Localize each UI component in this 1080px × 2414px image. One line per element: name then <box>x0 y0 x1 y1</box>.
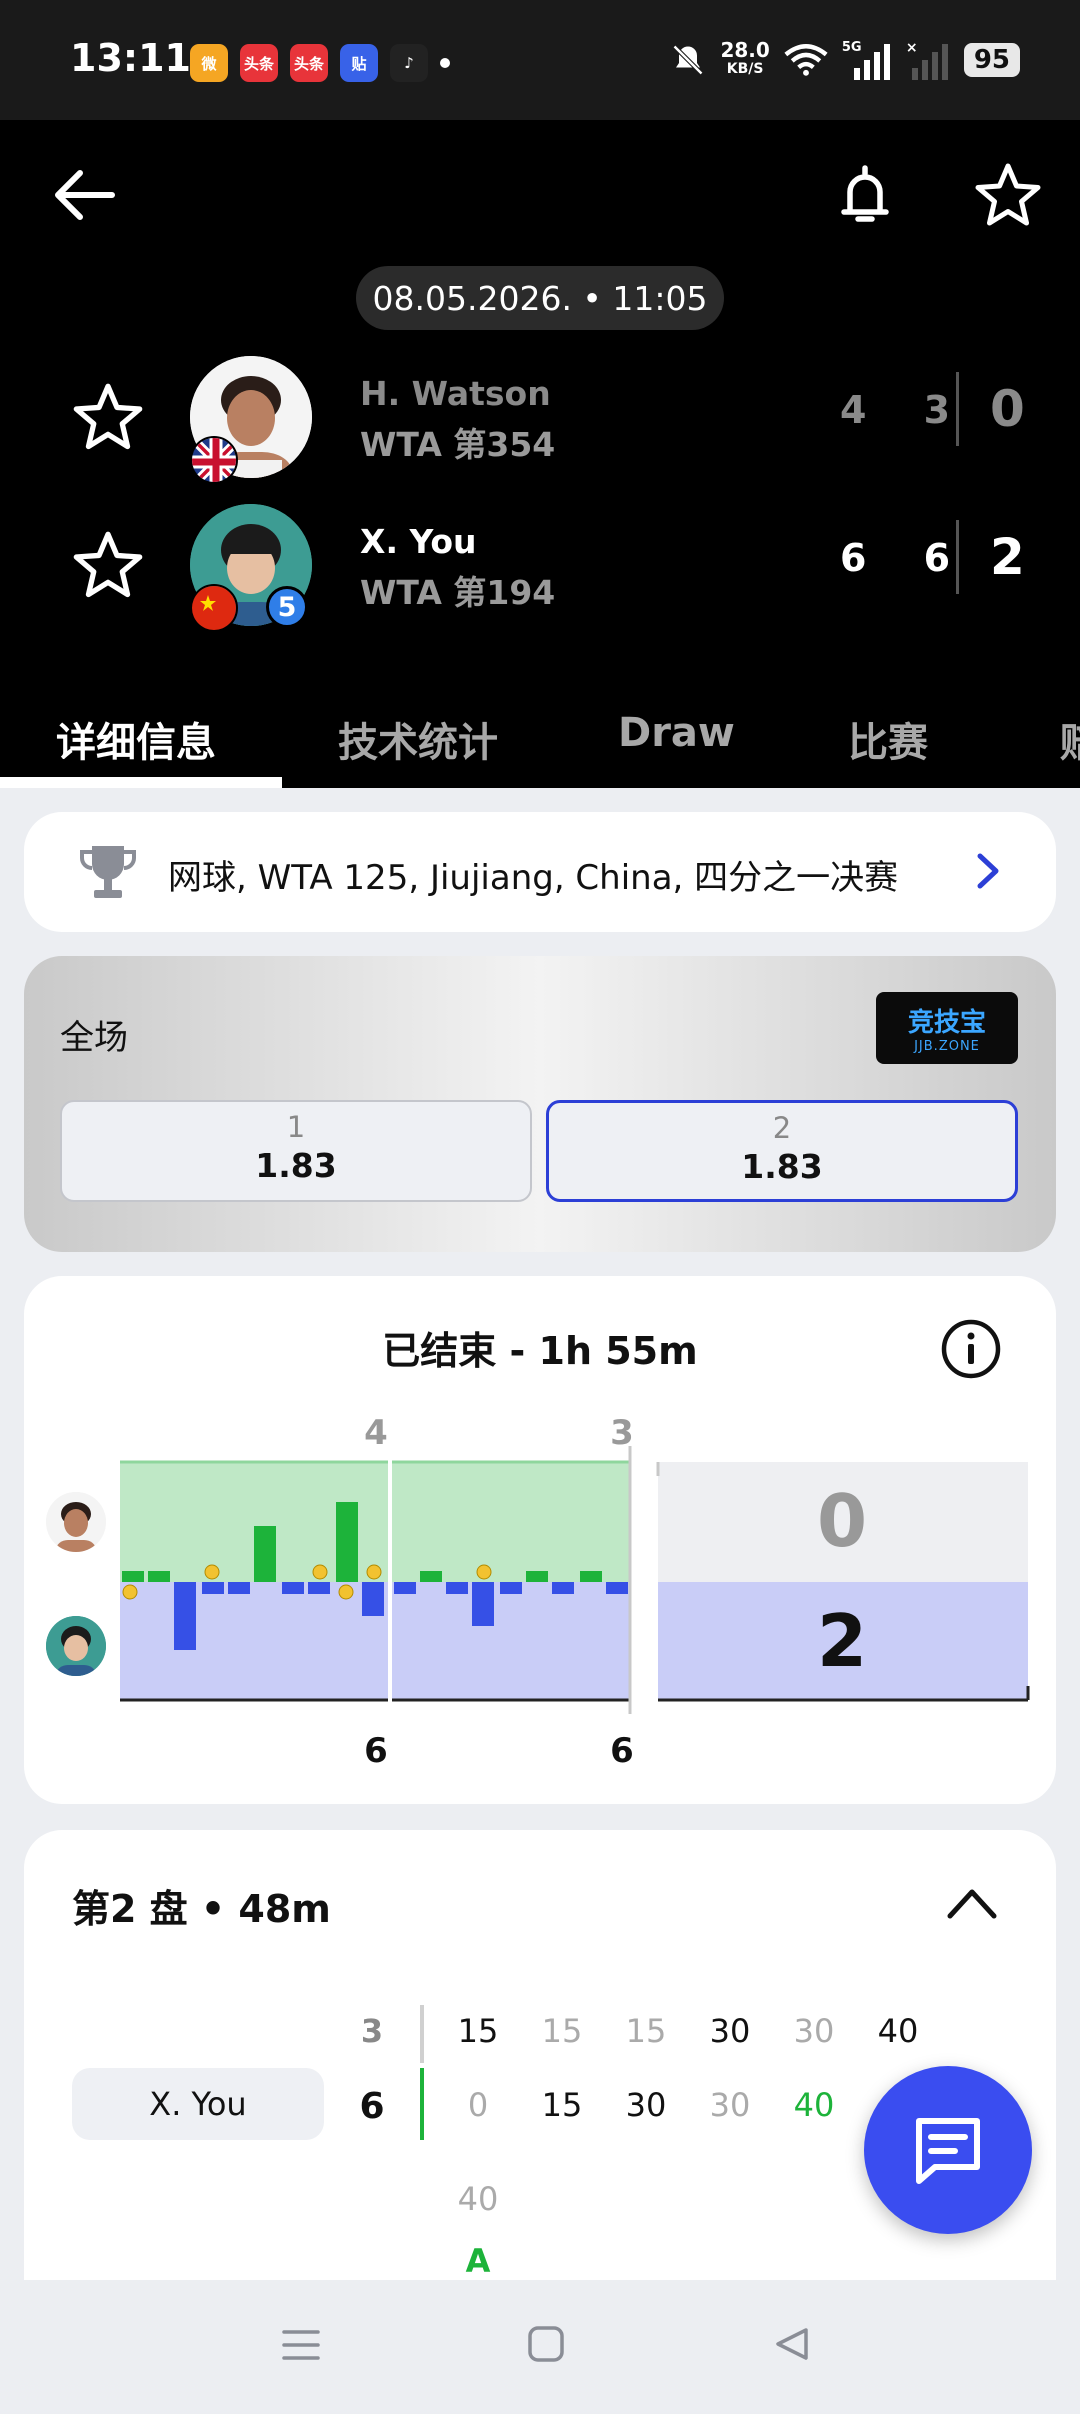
battery-indicator: 95 <box>963 43 1020 77</box>
point: 15 <box>541 2012 583 2050</box>
seed-badge: 5 <box>266 586 308 628</box>
total-bottom-score: 2 <box>817 1599 867 1683</box>
tab-bar: 详细信息 技术统计 Draw 比赛 赔 <box>0 680 1080 788</box>
point: A <box>465 2242 491 2280</box>
point: 40 <box>877 2012 919 2050</box>
net-speed: 28.0 KB/S <box>720 38 770 77</box>
player-total-sets: 0 <box>990 380 1025 438</box>
back-arrow-icon[interactable] <box>50 160 120 230</box>
tournament-breadcrumb[interactable]: 网球, WTA 125, Jiujiang, China, 四分之一决赛 <box>24 812 1056 932</box>
bookmaker-logo[interactable]: 竞技宝 JJB.ZONE <box>876 992 1018 1064</box>
home-icon[interactable] <box>526 2324 566 2364</box>
tab-details[interactable]: 详细信息 <box>56 710 216 768</box>
chevron-up-icon[interactable] <box>944 1882 1000 1922</box>
point: 40 <box>457 2180 499 2218</box>
signal-5g-icon: 5G <box>842 40 892 80</box>
player-name: H. Watson <box>360 374 551 413</box>
tab-draw[interactable]: Draw <box>618 710 735 756</box>
system-indicators: 28.0 KB/S 5G × 95 <box>670 40 1020 80</box>
chevron-right-icon <box>977 853 999 889</box>
odds-card: 全场 竞技宝 JJB.ZONE 1 1.83 2 1.83 <box>24 956 1056 1252</box>
player-name: X. You <box>360 522 477 561</box>
tab-statistics[interactable]: 技术统计 <box>338 710 498 768</box>
china-flag-icon <box>190 584 238 632</box>
system-nav-bar <box>0 2282 1080 2414</box>
score-divider <box>956 520 959 594</box>
signal-2-icon: × <box>906 40 950 80</box>
status-bar: 13:11 微 头条 头条 贴 ♪ 28.0 KB/S 5G × 95 <box>0 0 1080 120</box>
point: 0 <box>467 2086 489 2124</box>
active-tab-indicator <box>0 777 282 788</box>
douyin-icon: ♪ <box>390 44 428 82</box>
wifi-icon <box>784 44 828 76</box>
favorite-match-star-icon[interactable] <box>972 160 1044 232</box>
weibo-icon: 微 <box>190 44 228 82</box>
trophy-icon <box>80 846 136 898</box>
player-rank: WTA 第194 <box>360 573 556 612</box>
match-summary-card: 已结束 - 1h 55m 4 3 0 2 6 6 <box>24 1276 1056 1804</box>
point: 15 <box>625 2012 667 2050</box>
match-datetime: 08.05.2026. • 11:05 <box>356 266 724 330</box>
bell-icon[interactable] <box>830 160 900 230</box>
top-games: 3 <box>360 2012 384 2050</box>
bottom-games: 6 <box>359 2086 385 2127</box>
player-rank: WTA 第354 <box>360 425 556 464</box>
point: 30 <box>793 2012 835 2050</box>
toutiao-icon: 头条 <box>290 44 328 82</box>
favorite-player-star-icon[interactable] <box>70 528 146 604</box>
tab-odds[interactable]: 赔 <box>1060 710 1080 768</box>
player-set-scores: 4 3 <box>840 388 973 432</box>
point: 30 <box>709 2086 751 2124</box>
more-notifications-dot <box>440 58 450 68</box>
player-total-sets: 2 <box>990 528 1025 586</box>
odds-option-1[interactable]: 1 1.83 <box>60 1100 532 1202</box>
tab-matches[interactable]: 比赛 <box>848 710 928 768</box>
point: 40 <box>793 2086 835 2124</box>
toutiao-icon: 头条 <box>240 44 278 82</box>
point: 30 <box>625 2086 667 2124</box>
odds-market-title: 全场 <box>60 1018 128 1058</box>
point: 15 <box>541 2086 583 2124</box>
set2-bottom-score: 6 <box>610 1731 634 1771</box>
player-row-watson[interactable]: H. Watson WTA 第354 4 3 0 <box>0 346 1080 484</box>
mute-bell-icon <box>673 44 704 76</box>
chat-fab-button[interactable] <box>864 2066 1032 2234</box>
point: 15 <box>457 2012 499 2050</box>
top-player-area <box>120 1462 630 1582</box>
match-header: 08.05.2026. • 11:05 H. Watson WTA 第354 4… <box>0 120 1080 788</box>
status-time: 13:11 <box>70 36 191 80</box>
set-title: 第2 盘 • 48m <box>72 1887 331 1931</box>
set1-top-score: 4 <box>364 1413 388 1453</box>
menu-icon[interactable] <box>280 2324 322 2366</box>
player-set-scores: 6 6 <box>840 536 973 580</box>
back-icon[interactable] <box>772 2324 812 2364</box>
tournament-path: 网球, WTA 125, Jiujiang, China, 四分之一决赛 <box>168 858 899 898</box>
top-points-row: 3 15 15 15 30 30 40 <box>24 2012 1056 2072</box>
info-icon[interactable] <box>940 1318 1002 1380</box>
favorite-player-star-icon[interactable] <box>70 380 146 456</box>
tieba-icon: 贴 <box>340 44 378 82</box>
odds-option-2[interactable]: 2 1.83 <box>546 1100 1018 1202</box>
notification-icons: 微 头条 头条 贴 ♪ <box>190 44 450 82</box>
set1-bottom-score: 6 <box>364 1731 388 1771</box>
score-divider <box>956 372 959 446</box>
momentum-chart: 4 3 0 2 6 6 <box>120 1413 1030 1771</box>
match-status: 已结束 - 1h 55m <box>382 1329 698 1373</box>
uk-flag-icon <box>190 436 238 484</box>
player-row-you[interactable]: 5 X. You WTA 第194 6 6 2 <box>0 494 1080 632</box>
chat-icon <box>916 2118 980 2184</box>
total-top-score: 0 <box>817 1479 867 1563</box>
point: 30 <box>709 2012 751 2050</box>
